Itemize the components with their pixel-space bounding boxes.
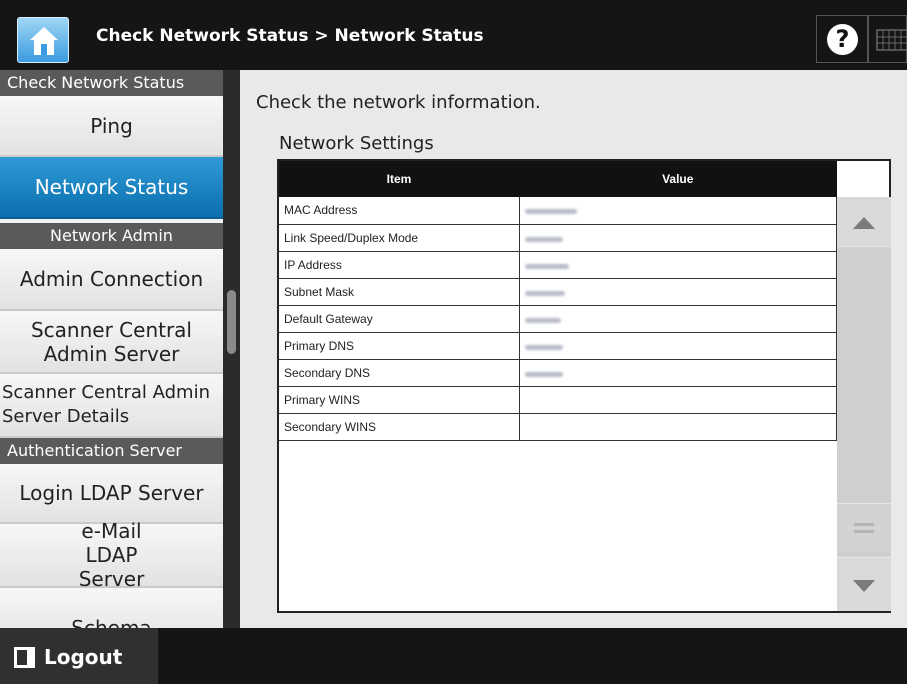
table-cell-value — [519, 305, 837, 333]
table-cell-item: Primary WINS — [279, 386, 520, 414]
home-icon — [30, 27, 58, 55]
network-settings-table: Item Value MAC Address Link Speed/Duplex … — [277, 159, 891, 613]
obscured-value — [524, 317, 561, 323]
sidebar-scrollbar-thumb[interactable] — [227, 290, 236, 354]
table-row: MAC Address — [279, 197, 837, 225]
table-row: Default Gateway — [279, 305, 837, 333]
table-cell-item: Subnet Mask — [279, 278, 520, 306]
table-row: Primary WINS — [279, 386, 837, 414]
table-cell-item: MAC Address — [279, 197, 520, 225]
obscured-value — [524, 236, 563, 242]
section-check-network-status: Check Network Status — [0, 70, 223, 96]
table-cell-item: Primary DNS — [279, 332, 520, 360]
grip-line — [854, 523, 874, 526]
table-cell-item: Secondary WINS — [279, 413, 520, 441]
table-row: Secondary WINS — [279, 413, 837, 441]
logout-label: Logout — [44, 645, 123, 669]
sidebar-item-login-ldap-server[interactable]: Login LDAP Server — [0, 464, 223, 524]
table-row: Secondary DNS — [279, 359, 837, 387]
scroll-down-button[interactable] — [837, 557, 891, 611]
table-cell-value — [519, 224, 837, 252]
table-row: Subnet Mask — [279, 278, 837, 306]
table-cell-item: IP Address — [279, 251, 520, 279]
scroll-thumb[interactable] — [837, 503, 891, 551]
page-title: Check Network Status > Network Status — [96, 26, 484, 46]
sidebar-item-ping[interactable]: Ping — [0, 96, 223, 157]
obscured-value — [524, 209, 577, 215]
table-row: IP Address — [279, 251, 837, 279]
column-header-item: Item — [279, 161, 519, 197]
chevron-up-icon — [853, 217, 875, 229]
sidebar-item-admin-connection[interactable]: Admin Connection — [0, 249, 223, 311]
section-authentication-server: Authentication Server — [0, 438, 223, 464]
table-cell-value — [519, 332, 837, 360]
table-header-row: Item Value — [279, 161, 837, 197]
logout-button[interactable]: Logout — [0, 628, 158, 684]
sidebar-item-schema[interactable]: Schema — [0, 588, 223, 628]
settings-table: Item Value MAC Address Link Speed/Duplex … — [279, 161, 837, 441]
sidebar-item-scanner-central-admin-server[interactable]: Scanner Central Admin Server — [0, 311, 223, 374]
obscured-value — [524, 344, 563, 350]
table-scrollbar[interactable] — [837, 197, 891, 611]
home-button[interactable] — [17, 17, 69, 63]
keyboard-icon — [876, 29, 907, 51]
sidebar-item-network-status[interactable]: Network Status — [0, 157, 223, 219]
logout-icon — [14, 647, 35, 668]
table-cell-item: Secondary DNS — [279, 359, 520, 387]
table-row: Link Speed/Duplex Mode — [279, 224, 837, 252]
sidebar-item-email-ldap-server[interactable]: e-Mail LDAP Server — [0, 519, 223, 591]
table-cell-value — [519, 359, 837, 387]
table-cell-value — [519, 197, 837, 225]
table-cell-item: Default Gateway — [279, 305, 520, 333]
help-icon: ? — [827, 24, 858, 55]
chevron-down-icon — [853, 580, 875, 592]
grip-line — [854, 530, 874, 533]
instruction-text: Check the network information. — [256, 92, 541, 113]
keyboard-button[interactable] — [868, 15, 907, 63]
section-title: Network Settings — [279, 133, 434, 154]
table-cell-value — [519, 278, 837, 306]
column-header-value: Value — [519, 161, 837, 197]
header-bar: Check Network Status > Network Status ? — [0, 0, 907, 70]
sidebar: Check Network Status Ping Network Status… — [0, 70, 223, 628]
scroll-up-button[interactable] — [837, 197, 891, 247]
help-button[interactable]: ? — [816, 15, 868, 63]
sidebar-item-scanner-central-admin-server-details[interactable]: Scanner Central Admin Server Details — [0, 374, 223, 438]
table-cell-value — [519, 251, 837, 279]
obscured-value — [524, 263, 569, 269]
table-cell-value — [519, 413, 837, 441]
obscured-value — [524, 371, 563, 377]
obscured-value — [524, 290, 565, 296]
table-cell-value — [519, 386, 837, 414]
main-content: Check the network information. Network S… — [240, 70, 907, 628]
table-cell-item: Link Speed/Duplex Mode — [279, 224, 520, 252]
section-network-admin: Network Admin — [0, 223, 223, 249]
table-row: Primary DNS — [279, 332, 837, 360]
